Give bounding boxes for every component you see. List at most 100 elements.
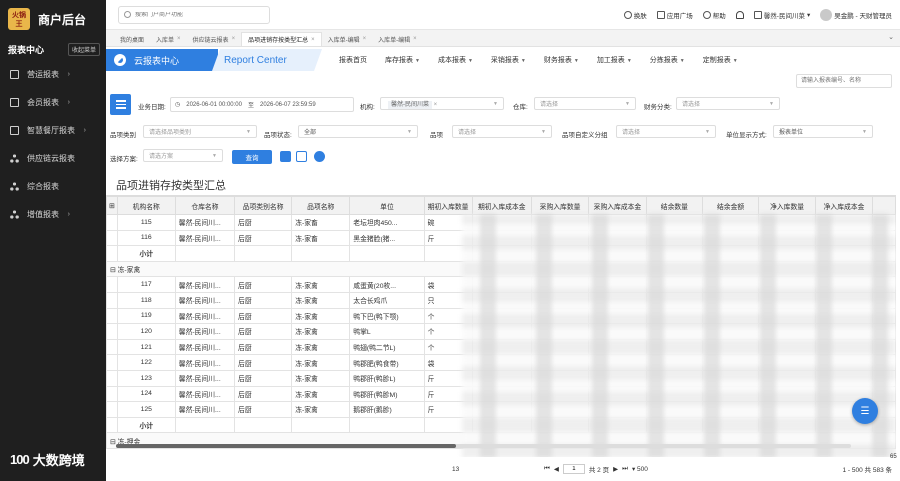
supply-chain-icon: [10, 153, 19, 163]
global-search-input[interactable]: [135, 11, 255, 18]
column-header[interactable]: 品项名称: [291, 196, 351, 215]
header-toggle[interactable]: ⊞: [106, 196, 118, 215]
user-menu[interactable]: 吴金鹏 - 天财管理员: [820, 9, 892, 21]
cell-item: 鸭郡肥(鸭食带): [349, 354, 425, 371]
export-excel-icon[interactable]: [280, 151, 291, 162]
app-store-button[interactable]: 应用广场: [656, 10, 693, 20]
chevron-down-icon: ▼: [705, 128, 710, 135]
cell-no: 115: [116, 214, 176, 231]
finance-category-select[interactable]: 请选择 ▼: [676, 97, 780, 110]
column-header[interactable]: 净入库数量: [758, 196, 816, 215]
menu-sorting-report[interactable]: 分拣报表 ▼: [641, 55, 694, 65]
total-pages: 共 2 页: [588, 467, 610, 474]
next-page-icon[interactable]: ▶: [613, 465, 618, 473]
sidebar-item-operations[interactable]: 营运报表 ›: [0, 60, 106, 88]
cell-wh: 后厨: [234, 214, 293, 231]
column-header[interactable]: 品项类别名称: [234, 196, 293, 215]
collapse-group-icon[interactable]: ⊟: [110, 267, 118, 274]
item-select[interactable]: 请选择 ▼: [452, 125, 552, 138]
skin-button[interactable]: 换肤: [623, 10, 647, 20]
tab-inbound[interactable]: 入库单 ×: [150, 32, 187, 46]
warehouse-select[interactable]: 请选择 ▼: [534, 97, 636, 110]
close-icon[interactable]: ×: [311, 37, 315, 43]
item-category-select[interactable]: 请选择品项类别 ▼: [143, 125, 257, 138]
menu-processing-report[interactable]: 加工报表 ▼: [588, 55, 641, 65]
cell-item: 咸蛋黄(20枚...: [349, 276, 425, 293]
prev-page-icon[interactable]: ◀: [554, 465, 559, 473]
global-search[interactable]: [118, 5, 270, 24]
sidebar-item-smart-restaurant[interactable]: 智慧餐厅报表 ›: [0, 116, 106, 144]
caret-down-icon: ▼: [732, 58, 738, 64]
last-page-icon[interactable]: ⏭: [622, 465, 628, 473]
tab-desktop[interactable]: 我的桌面: [114, 32, 150, 46]
bell-icon[interactable]: [735, 11, 744, 19]
floating-search-button[interactable]: ☰: [852, 398, 878, 424]
tab-supply-chain-report[interactable]: 供应链云报表 ×: [187, 32, 242, 46]
menu-custom-report[interactable]: 定制报表 ▼: [694, 55, 747, 65]
custom-group-select[interactable]: 请选择 ▼: [616, 125, 716, 138]
menu-label: 财务报表: [543, 57, 572, 64]
download-icon[interactable]: [314, 151, 325, 162]
footer-total-right: 65: [890, 454, 897, 460]
collapse-menu-button[interactable]: 收起菜单: [67, 42, 100, 56]
watermark-text: 大数跨境: [32, 453, 85, 468]
page-number-input[interactable]: [562, 464, 585, 474]
tab-item-inventory-summary[interactable]: 品项进销存按类型汇总 ×: [241, 32, 322, 46]
close-icon[interactable]: ×: [413, 36, 417, 42]
sidebar-item-summary[interactable]: 综合报表: [0, 172, 106, 200]
column-header[interactable]: 采购入库成本金: [588, 196, 647, 215]
finance-placeholder: 请选择: [682, 102, 701, 108]
caret-down-icon: ▼: [679, 58, 685, 64]
print-icon[interactable]: [296, 151, 307, 162]
close-icon[interactable]: ×: [177, 36, 181, 42]
chevron-down-icon[interactable]: ⌄: [888, 33, 894, 41]
scheme-select[interactable]: 请选方案 ▼: [143, 149, 223, 162]
skin-icon: [623, 11, 632, 19]
column-header[interactable]: 采购入库数量: [530, 196, 590, 215]
query-button[interactable]: 查询: [232, 150, 272, 164]
column-header[interactable]: 期初入库数量: [423, 196, 473, 215]
business-date-range[interactable]: ◷ 2026-06-01 00:00:00 至 2026-06-07 23:59…: [170, 97, 354, 112]
cell-org: 馨然-民间川...: [174, 354, 236, 371]
filter-menu-button[interactable]: [110, 94, 131, 115]
help-button[interactable]: 帮助: [702, 10, 726, 20]
menu-inventory-report[interactable]: 库存报表 ▼: [376, 55, 429, 65]
menu-finance-report[interactable]: 财务报表 ▼: [535, 55, 588, 65]
cell-empty: [174, 416, 236, 434]
menu-label: 定制报表: [702, 57, 731, 64]
sidebar-item-supply-chain[interactable]: 供应链云报表: [0, 144, 106, 172]
custom-group-label: 品项自定义分组: [562, 132, 608, 139]
column-header[interactable]: 期初入库成本金: [471, 196, 532, 215]
column-header[interactable]: 结余数量: [645, 196, 704, 215]
sidebar-item-member[interactable]: 会员报表 ›: [0, 88, 106, 116]
column-header[interactable]: 仓库名称: [174, 196, 236, 215]
org-select[interactable]: 馨然-民间川菜 × ▼: [380, 97, 504, 110]
menu-purchase-sales-report[interactable]: 采销报表 ▼: [482, 55, 535, 65]
column-header[interactable]: 净入库成本金: [814, 196, 874, 215]
sidebar-item-value-added[interactable]: 增值报表 ›: [0, 200, 106, 228]
item-status-select[interactable]: 全部 ▼: [298, 125, 418, 138]
cell-cat: 冻-家禽: [291, 354, 351, 371]
column-header[interactable]: 结余金额: [701, 196, 760, 215]
tab-label: 入库单: [156, 37, 175, 44]
tab-inbound-edit-1[interactable]: 入库单-编辑 ×: [322, 32, 373, 46]
page-size-select[interactable]: ▾ 500: [632, 465, 648, 473]
horizontal-scrollbar[interactable]: [116, 444, 851, 448]
menu-label: 采销报表: [490, 57, 519, 64]
store-selector[interactable]: 馨然-民间川菜 ▾: [753, 10, 810, 20]
cell-item: 鸭郡肝(鸭胗M): [349, 385, 425, 403]
unit-display-select[interactable]: 报表单位 ▼: [773, 125, 873, 138]
close-icon[interactable]: ×: [232, 36, 236, 42]
avatar: [820, 9, 833, 21]
first-page-icon[interactable]: ⏮: [544, 465, 550, 473]
tab-inbound-edit-2[interactable]: 入库单-编辑 ×: [372, 32, 423, 46]
menu-cost-report[interactable]: 成本报表 ▼: [429, 55, 482, 65]
close-icon[interactable]: ×: [363, 36, 367, 42]
column-header[interactable]: 机构名称: [116, 196, 176, 215]
report-search-input[interactable]: [796, 74, 892, 88]
menu-report-home[interactable]: 报表首页: [330, 55, 376, 65]
close-icon[interactable]: ×: [434, 102, 438, 108]
menu-label: 分拣报表: [649, 57, 678, 64]
scheme-placeholder: 请选方案: [149, 154, 174, 160]
column-header[interactable]: 单位: [349, 196, 425, 215]
